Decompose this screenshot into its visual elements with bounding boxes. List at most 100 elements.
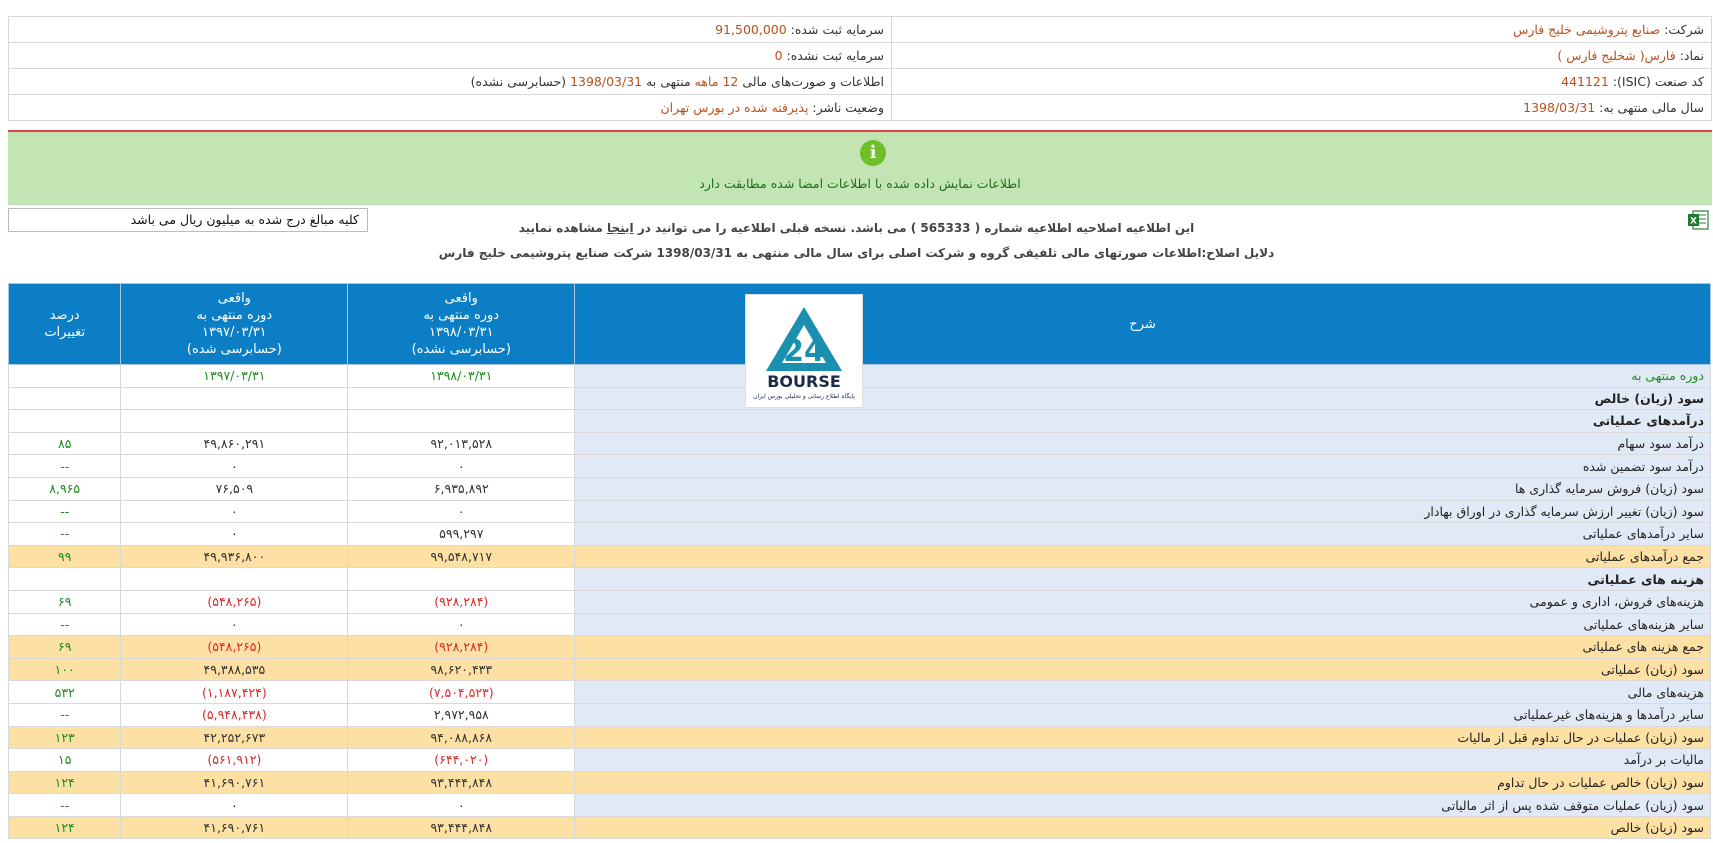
col-header-change-l1: درصد xyxy=(49,308,80,323)
table-row: جمع درآمدهای عملیاتی ۹۹,۵۴۸,۷۱۷ ۴۹,۹۳۶,۸۰۰… xyxy=(7,544,1711,569)
row-previous: ۴۱,۶۹۰,۷۶۱ xyxy=(120,815,349,840)
capital-unregistered-value: 0 xyxy=(774,48,783,63)
row-current: ۰ xyxy=(347,499,576,524)
row-desc: سود (زیان) تغییر ارزش سرمایه گذاری در او… xyxy=(574,499,1711,524)
row-current: ۱۳۹۸/۰۳/۳۱ xyxy=(347,364,576,388)
row-previous: ۰ xyxy=(120,454,349,478)
col-header-previous-l2: دوره منتهی به xyxy=(196,308,273,323)
table-row: درآمد سود سهام ۹۲,۰۱۳,۵۲۸ ۴۹,۸۶۰,۲۹۱ ۸۵ xyxy=(7,431,1711,456)
correction-reasons: دلایل اصلاح:اطلاعات صورتهای مالی تلفیقی … xyxy=(438,246,1275,260)
row-change: ۱۲۴ xyxy=(7,770,122,795)
row-previous xyxy=(120,386,349,411)
row-change: ۱۵ xyxy=(7,748,122,772)
row-desc: جمع هزینه های عملیاتی xyxy=(574,635,1711,659)
row-current xyxy=(347,567,576,591)
notice-text-a: این اطلاعیه اصلاحیه اطلاعیه شماره ( 5653… xyxy=(637,221,1195,235)
row-change: -- xyxy=(7,499,122,524)
verification-alert: i اطلاعات نمایش داده شده با اطلاعات امضا… xyxy=(8,132,1712,205)
row-previous: ۴۲,۲۵۲,۶۷۳ xyxy=(120,725,349,750)
row-current: (۹۲۸,۲۸۴) xyxy=(347,589,576,614)
row-change: ۸,۹۶۵ xyxy=(7,476,122,501)
row-desc: سود (زیان) فروش سرمایه گذاری ها xyxy=(574,476,1711,501)
row-current: ۹۴,۰۸۸,۸۶۸ xyxy=(347,725,576,750)
row-change: -- xyxy=(7,522,122,546)
report-date: 1398/03/31 xyxy=(570,74,643,89)
company-value: صنایع پتروشیمی خلیج فارس xyxy=(1513,22,1661,37)
row-previous: (۵۴۸,۲۶۵) xyxy=(120,589,349,614)
row-change: ۵۳۲ xyxy=(7,680,122,704)
col-header-change-l2: تغییرات xyxy=(44,325,86,340)
row-desc: سایر درآمدهای عملیاتی xyxy=(574,522,1711,546)
report-prefix: اطلاعات و صورت‌های مالی xyxy=(742,74,884,89)
table-row: هزینه های عملیاتی xyxy=(7,567,1711,591)
row-desc: سود (زیان) عملیات در حال تداوم قبل از ما… xyxy=(574,725,1711,750)
row-previous: (۵۴۸,۲۶۵) xyxy=(120,635,349,659)
row-change: ۱۰۰ xyxy=(7,657,122,682)
report-cell: اطلاعات و صورت‌های مالی 12 ماهه منتهی به… xyxy=(8,68,892,95)
col-header-previous-l4: (حسابرسی شده) xyxy=(186,342,282,357)
row-previous: ۱۳۹۷/۰۳/۳۱ xyxy=(120,364,349,388)
row-current: ۵۹۹,۲۹۷ xyxy=(347,522,576,546)
bourse24-watermark: 24 BOURSE پایگاه اطلاع رسانی و تحلیلی بو… xyxy=(745,294,863,408)
row-previous xyxy=(120,409,349,433)
table-row: سود (زیان) فروش سرمایه گذاری ها ۶,۹۳۵,۸۹۲… xyxy=(7,476,1711,501)
row-previous: ۴۹,۸۶۰,۲۹۱ xyxy=(120,431,349,456)
row-previous: (۵,۹۴۸,۴۳۸) xyxy=(120,702,349,727)
row-previous xyxy=(120,567,349,591)
symbol-value: فارس( شخلیج فارس ) xyxy=(1557,48,1676,63)
row-desc: مالیات بر درآمد xyxy=(574,748,1711,772)
row-current: ۲,۹۷۲,۹۵۸ xyxy=(347,702,576,727)
row-change: -- xyxy=(7,702,122,727)
info-row: نماد: فارس( شخلیج فارس ) سرمایه ثبت نشده… xyxy=(8,42,1712,69)
row-current xyxy=(347,386,576,411)
row-current: ۹۳,۴۴۴,۸۴۸ xyxy=(347,770,576,795)
status-label: وضعیت ناشر: xyxy=(812,100,884,115)
isic-label: کد صنعت (ISIC): xyxy=(1612,74,1704,89)
table-row: هزینه‌های مالی (۷,۵۰۴,۵۲۳) (۱,۱۸۷,۴۲۴) ۵۳۲ xyxy=(7,680,1711,704)
row-previous: ۴۹,۳۸۸,۵۳۵ xyxy=(120,657,349,682)
row-change: ۱۲۴ xyxy=(7,815,122,840)
row-desc: سایر هزینه‌های عملیاتی xyxy=(574,612,1711,637)
table-row: سایر درآمدها و هزینه‌های غیرعملیاتی ۲,۹۷۲… xyxy=(7,702,1711,727)
info-row: شرکت: صنایع پتروشیمی خلیج فارس سرمایه ثب… xyxy=(8,16,1712,43)
table-row: سود (زیان) عملیات متوقف شده پس از اثر ما… xyxy=(7,793,1711,817)
row-change: ۶۹ xyxy=(7,589,122,614)
col-header-current: واقعی دوره منتهی به ۱۳۹۸/۰۳/۳۱ (حسابرسی … xyxy=(347,283,576,365)
watermark-line2: پایگاه اطلاع رسانی و تحلیلی بورس ایران xyxy=(753,392,855,400)
info-icon: i xyxy=(860,140,886,166)
col-header-desc-label: شرح xyxy=(1129,316,1156,332)
symbol-cell: نماد: فارس( شخلیج فارس ) xyxy=(891,42,1712,69)
isic-cell: کد صنعت (ISIC): 441121 xyxy=(891,68,1712,95)
table-row: سود (زیان) خالص عملیات در حال تداوم ۹۳,۴۴… xyxy=(7,770,1711,795)
col-header-current-l3: ۱۳۹۸/۰۳/۳۱ xyxy=(428,325,494,340)
company-info-table: شرکت: صنایع پتروشیمی خلیج فارس سرمایه ثب… xyxy=(8,16,1712,121)
symbol-label: نماد: xyxy=(1679,48,1704,63)
table-row: مالیات بر درآمد (۶۴۴,۰۲۰) (۵۶۱,۹۱۲) ۱۵ xyxy=(7,748,1711,772)
fiscal-value: 1398/03/31 xyxy=(1523,100,1596,115)
alert-message: اطلاعات نمایش داده شده با اطلاعات امضا ش… xyxy=(699,176,1021,191)
row-change: ۸۵ xyxy=(7,431,122,456)
row-change xyxy=(7,567,122,591)
row-desc: درآمدهای عملیاتی xyxy=(574,409,1711,433)
correction-notice: این اطلاعیه اصلاحیه اطلاعیه شماره ( 5653… xyxy=(0,221,1713,235)
row-change xyxy=(7,364,122,388)
info-row: کد صنعت (ISIC): 441121 اطلاعات و صورت‌ها… xyxy=(8,68,1712,95)
previous-version-link[interactable]: اینجا xyxy=(607,221,634,235)
row-previous: (۵۶۱,۹۱۲) xyxy=(120,748,349,772)
row-previous: ۴۱,۶۹۰,۷۶۱ xyxy=(120,770,349,795)
row-desc: درآمد سود تضمین شده xyxy=(574,454,1711,478)
capital-unregistered-cell: سرمایه ثبت نشده: 0 xyxy=(8,42,892,69)
table-row: سود (زیان) تغییر ارزش سرمایه گذاری در او… xyxy=(7,499,1711,524)
fiscal-label: سال مالی منتهی به: xyxy=(1599,100,1704,115)
capital-registered-cell: سرمایه ثبت شده: 91,500,000 xyxy=(8,16,892,43)
row-previous: ۰ xyxy=(120,793,349,817)
table-row: هزینه‌های فروش، اداری و عمومی (۹۲۸,۲۸۴) (۵… xyxy=(7,589,1711,614)
report-audit: (حسابرسی نشده) xyxy=(470,74,567,89)
row-change xyxy=(7,386,122,411)
col-header-previous: واقعی دوره منتهی به ۱۳۹۷/۰۳/۳۱ (حسابرسی … xyxy=(120,283,349,365)
capital-registered-label: سرمایه ثبت شده: xyxy=(790,22,884,37)
isic-value: 441121 xyxy=(1561,74,1609,89)
fiscal-cell: سال مالی منتهی به: 1398/03/31 xyxy=(891,94,1712,121)
row-current: ۹۹,۵۴۸,۷۱۷ xyxy=(347,544,576,569)
row-current: (۶۴۴,۰۲۰) xyxy=(347,748,576,772)
